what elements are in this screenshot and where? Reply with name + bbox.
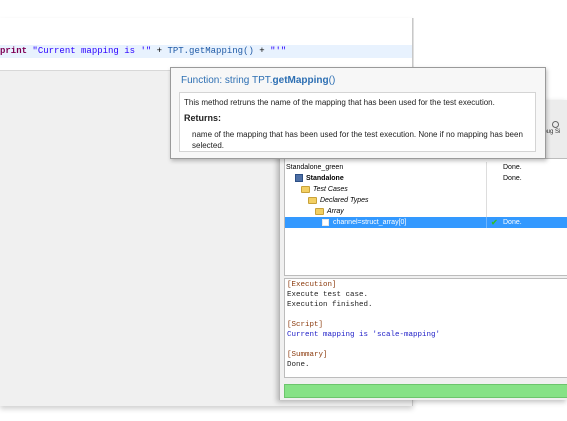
tree-row[interactable]: Declared Types xyxy=(285,195,567,206)
column-divider xyxy=(486,217,487,228)
tree-row-label: Test Cases xyxy=(313,186,348,193)
column-divider xyxy=(486,195,487,206)
log-script-output: Current mapping is 'scale-mapping' xyxy=(287,331,441,339)
code-string-suffix: "'" xyxy=(270,46,287,56)
tree-row[interactable]: Standalone Done. xyxy=(285,173,567,184)
signature-name: getMapping xyxy=(272,75,329,86)
signature-prefix: Function: string TPT. xyxy=(181,75,273,86)
log-section-heading: [Execution] xyxy=(287,281,337,289)
function-tooltip: Function: string TPT.getMapping() This m… xyxy=(170,67,546,159)
folder-icon xyxy=(315,208,324,215)
tree-row-label: Declared Types xyxy=(320,197,369,204)
tree-row-label: channel=struct_array[0] xyxy=(333,219,407,226)
tooltip-returns-text: name of the mapping that has been used f… xyxy=(192,130,523,150)
execution-log[interactable]: [Execution] Execute test case. Execution… xyxy=(284,278,567,378)
check-icon: ✔ xyxy=(491,218,498,227)
code-string-prefix: "Current mapping is '" xyxy=(32,46,152,56)
tree-row-label: Standalone xyxy=(306,175,344,182)
folder-icon xyxy=(301,186,310,193)
standalone-icon xyxy=(295,174,303,182)
code-operator: + xyxy=(253,46,271,56)
column-divider xyxy=(486,206,487,217)
tree-row-status: Done. xyxy=(503,164,522,171)
tooltip-body: This method retruns the name of the mapp… xyxy=(179,92,536,152)
magnifier-icon xyxy=(552,121,559,128)
tooltip-returns-heading: Returns: xyxy=(184,113,222,123)
code-keyword: print xyxy=(0,46,28,56)
tooltip-signature: Function: string TPT.getMapping() xyxy=(181,75,335,86)
tree-row[interactable]: Array xyxy=(285,206,567,217)
log-line: Done. xyxy=(287,361,310,369)
code-editor[interactable]: print "Current mapping is '" + TPT.getMa… xyxy=(0,18,412,71)
tree-row-selected[interactable]: channel=struct_array[0] ✔ Done. xyxy=(285,217,567,228)
progress-bar xyxy=(284,384,567,398)
tree-row-status: Done. xyxy=(503,175,522,182)
tree-row-label: Array xyxy=(327,208,344,215)
tree-row-label: Standalone_green xyxy=(286,164,344,171)
tree-row[interactable]: Standalone_green Done. xyxy=(285,162,567,173)
log-section-heading: [Summary] xyxy=(287,351,328,359)
log-section-heading: [Script] xyxy=(287,321,324,329)
column-divider xyxy=(486,173,487,184)
column-divider xyxy=(486,162,487,173)
tree-row[interactable]: Test Cases xyxy=(285,184,567,195)
tree-row-status: Done. xyxy=(503,219,522,226)
log-line: Execute test case. xyxy=(287,291,369,299)
code-operator: + xyxy=(151,46,168,56)
log-line: Execution finished. xyxy=(287,301,373,309)
channel-icon xyxy=(322,219,329,226)
signature-suffix: () xyxy=(328,75,336,86)
test-results-tree[interactable]: Standalone_green Done. Standalone Done. … xyxy=(284,158,567,276)
code-function-call: TPT.getMapping() xyxy=(167,46,254,56)
folder-icon xyxy=(308,197,317,204)
tooltip-description: This method retruns the name of the mapp… xyxy=(184,98,495,107)
column-divider xyxy=(486,184,487,195)
code-line-current[interactable]: print "Current mapping is '" + TPT.getMa… xyxy=(0,45,412,58)
